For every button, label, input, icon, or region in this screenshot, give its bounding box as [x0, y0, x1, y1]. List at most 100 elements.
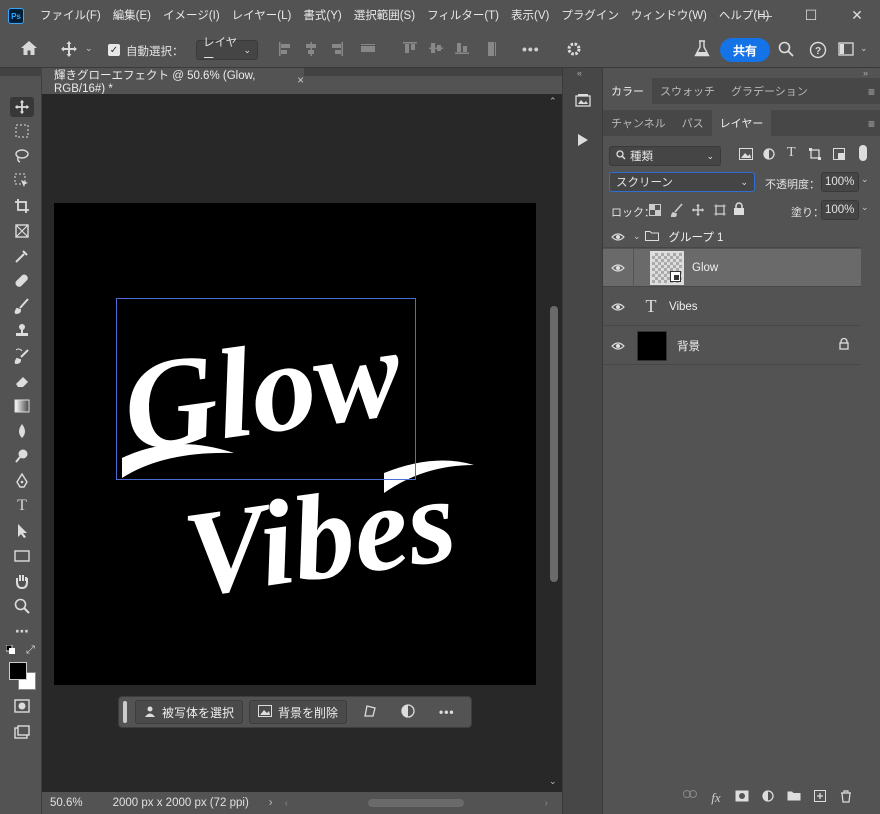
workspace-icon[interactable]	[838, 42, 854, 56]
new-group-icon[interactable]	[781, 790, 807, 806]
collapse-panels-icon[interactable]: »	[863, 68, 868, 78]
filter-toggle-switch[interactable]	[859, 145, 867, 161]
menu-layer[interactable]: レイヤー(L)	[226, 0, 298, 32]
scroll-right-icon[interactable]: ›	[545, 798, 548, 809]
filter-shape-icon[interactable]	[809, 148, 821, 163]
vertical-scroll-thumb[interactable]	[550, 306, 558, 582]
gear-icon[interactable]	[566, 41, 582, 57]
more-options-button[interactable]: •••	[522, 41, 540, 57]
tab-paths[interactable]: パス	[674, 110, 712, 136]
filter-smart-object-icon[interactable]	[833, 148, 845, 163]
lock-transparent-icon[interactable]	[649, 204, 661, 219]
layer-row-group[interactable]: ⌄ グループ 1	[603, 226, 861, 248]
align-top-icon[interactable]	[402, 41, 418, 55]
scroll-up-icon[interactable]: ⌃	[549, 96, 557, 107]
pen-tool-button[interactable]	[10, 471, 34, 491]
align-right-icon[interactable]	[330, 41, 344, 57]
opacity-input[interactable]: 100%	[821, 172, 859, 192]
history-brush-tool-button[interactable]	[10, 346, 34, 366]
context-more-button[interactable]: •••	[439, 705, 455, 719]
search-icon[interactable]	[778, 41, 794, 57]
lock-image-pixels-icon[interactable]	[670, 203, 683, 220]
eyedropper-tool-button[interactable]	[10, 246, 34, 266]
play-actions-icon[interactable]	[571, 128, 595, 152]
chevron-down-icon[interactable]: ⌄	[860, 43, 868, 54]
close-window-button[interactable]: ✕	[834, 0, 880, 30]
object-selection-tool-button[interactable]	[10, 171, 34, 191]
horizontal-scroll-thumb[interactable]	[367, 799, 464, 807]
dodge-tool-button[interactable]	[10, 446, 34, 466]
panel-menu-icon[interactable]: ≡	[868, 117, 875, 131]
new-layer-icon[interactable]	[807, 790, 833, 806]
brush-tool-button[interactable]	[10, 296, 34, 316]
hand-tool-button[interactable]	[10, 571, 34, 591]
menu-filter[interactable]: フィルター(T)	[421, 0, 505, 32]
type-tool-icon[interactable]: T	[10, 496, 34, 516]
fill-chevron-icon[interactable]: ⌄	[861, 202, 869, 213]
visibility-eye-icon[interactable]	[603, 232, 633, 242]
status-menu-arrow[interactable]: ›	[269, 797, 273, 809]
layer-row-glow[interactable]: Glow	[603, 248, 861, 287]
filter-type-icon[interactable]: T	[787, 145, 796, 161]
swap-colors-icon[interactable]: ⤢	[26, 644, 35, 657]
lock-artboard-icon[interactable]	[713, 203, 727, 220]
chevron-down-icon[interactable]: ⌄	[85, 43, 93, 54]
default-colors-icon[interactable]	[5, 644, 16, 658]
zoom-tool-button[interactable]	[10, 596, 34, 616]
crop-tool-button[interactable]	[10, 196, 34, 216]
menu-window[interactable]: ウィンドウ(W)	[625, 0, 713, 32]
more-tools-button[interactable]: ⋯	[10, 621, 34, 641]
expand-group-chevron-icon[interactable]: ⌄	[633, 231, 641, 242]
help-icon[interactable]: ?	[809, 41, 827, 59]
layer-row-vibes[interactable]: T Vibes	[603, 288, 861, 326]
remove-background-button[interactable]: 背景を削除	[249, 700, 348, 724]
minimize-button[interactable]: —	[742, 0, 788, 30]
clone-stamp-tool-button[interactable]	[10, 321, 34, 341]
share-button[interactable]: 共有	[720, 38, 770, 62]
align-horizontal-center-icon[interactable]	[304, 41, 318, 57]
blur-tool-button[interactable]	[10, 421, 34, 441]
menu-plugins[interactable]: プラグイン	[555, 0, 625, 32]
close-document-button[interactable]: ×	[297, 75, 304, 87]
tab-swatches[interactable]: スウォッチ	[652, 78, 723, 104]
lasso-tool-button[interactable]	[10, 146, 34, 166]
tab-color[interactable]: カラー	[603, 78, 652, 104]
distribute-horizontal-icon[interactable]	[360, 41, 376, 57]
drag-handle[interactable]	[123, 701, 127, 723]
visibility-eye-icon[interactable]	[603, 341, 633, 351]
select-subject-button[interactable]: 被写体を選択	[135, 700, 244, 724]
layer-bounding-box[interactable]	[116, 298, 416, 480]
warp-icon[interactable]	[363, 704, 377, 721]
opacity-chevron-icon[interactable]: ⌄	[861, 174, 869, 185]
tab-layers[interactable]: レイヤー	[711, 110, 772, 136]
trash-icon[interactable]	[833, 790, 859, 806]
new-adjustment-icon[interactable]	[755, 790, 781, 806]
lock-all-icon[interactable]	[733, 202, 745, 219]
align-vertical-center-icon[interactable]	[428, 41, 444, 55]
add-mask-icon[interactable]	[729, 790, 755, 806]
tab-gradients[interactable]: グラデーション	[723, 78, 816, 104]
menu-type[interactable]: 書式(Y)	[297, 0, 347, 32]
healing-brush-tool-button[interactable]	[10, 271, 34, 291]
maximize-button[interactable]: ☐	[788, 0, 834, 30]
libraries-icon[interactable]	[571, 88, 595, 112]
screen-mode-icon[interactable]	[10, 722, 34, 742]
menu-edit[interactable]: 編集(E)	[107, 0, 157, 32]
document-tab[interactable]: 輝きグローエフェクト @ 50.6% (Glow, RGB/16#) * ×	[42, 68, 304, 95]
visibility-eye-icon[interactable]	[603, 302, 633, 312]
layer-row-background[interactable]: 背景	[603, 327, 861, 365]
home-icon[interactable]	[20, 40, 38, 56]
scroll-down-icon[interactable]: ⌄	[549, 776, 557, 787]
menu-file[interactable]: ファイル(F)	[34, 0, 107, 32]
fx-icon[interactable]: fx	[703, 790, 729, 806]
path-selection-tool-button[interactable]	[10, 521, 34, 541]
collapse-dock-icon[interactable]: «	[577, 68, 582, 78]
foreground-color-swatch[interactable]	[9, 662, 27, 680]
menu-select[interactable]: 選択範囲(S)	[348, 0, 421, 32]
zoom-level[interactable]: 50.6%	[50, 797, 83, 809]
marquee-tool-button[interactable]	[10, 121, 34, 141]
blend-mode-dropdown[interactable]: スクリーン ⌄	[609, 172, 755, 192]
align-bottom-icon[interactable]	[454, 41, 470, 55]
move-tool-icon[interactable]	[60, 40, 78, 58]
eraser-tool-button[interactable]	[10, 371, 34, 391]
